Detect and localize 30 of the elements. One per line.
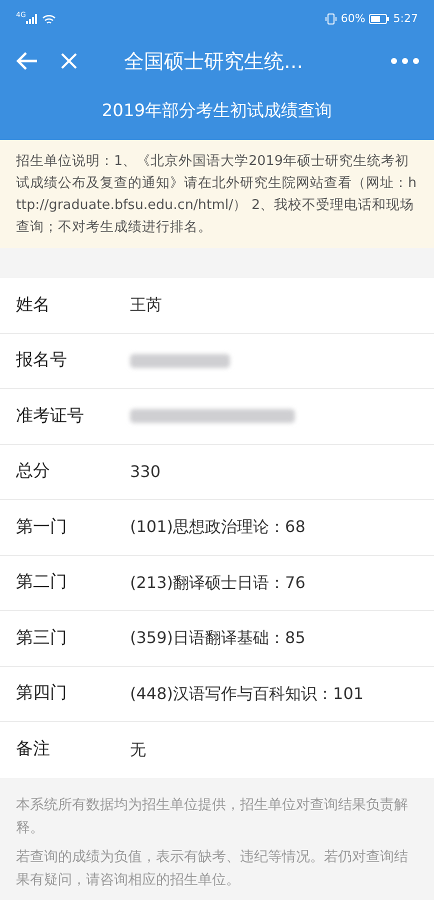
battery-icon	[369, 14, 390, 24]
notice-text: 招生单位说明：1、《北京外国语大学2019年硕士研究生统考初试成绩公布及复查的通知》请在北外研究生院网站查看（网址：http://graduate.bfsu.edu.cn/html/） 2、我校不受理电话和现场查询；不对考生成绩进行排名。	[16, 152, 418, 237]
back-arrow-icon	[15, 51, 39, 71]
field-label: 第三门	[16, 626, 68, 650]
field-label: 第二门	[16, 571, 68, 594]
field-value: (101)思想政治理论：68	[130, 516, 306, 538]
section-heading: 2019年部分考生初试成绩查询	[102, 100, 332, 124]
field-value: (448)汉语写作与百科知识：101	[130, 682, 364, 705]
field-label: 总分	[16, 460, 51, 483]
signal-icon	[26, 14, 38, 24]
field-label: 第四门	[16, 682, 68, 705]
battery-percent: 60%	[340, 10, 366, 27]
footer-note: 若查询的成绩为负值，表示有缺考、违纪等情况。若仍对查询结果有疑问，请咨询相应的招生单位。	[16, 848, 409, 890]
more-icon	[391, 58, 419, 64]
wifi-icon	[42, 14, 56, 24]
close-icon	[60, 52, 78, 70]
field-label: 备注	[16, 738, 51, 761]
field-label: 姓名	[16, 294, 51, 316]
vibrate-icon	[324, 13, 337, 25]
field-value: 无	[130, 738, 146, 761]
field-label: 报名号	[16, 349, 68, 372]
field-value: (213)翻译硕士日语：76	[130, 572, 306, 594]
field-label: 准考证号	[16, 404, 85, 428]
footer-note: 本系统所有数据均为招生单位提供，招生单位对查询结果负责解释。	[16, 796, 409, 838]
page-title: 全国硕士研究生统...	[124, 48, 304, 75]
clock: 5:27	[393, 10, 418, 27]
field-value: (359)日语翻译基础：85	[130, 627, 306, 650]
field-value: 330	[130, 460, 161, 483]
field-label: 第一门	[16, 516, 68, 538]
field-value: 王芮	[130, 294, 162, 316]
